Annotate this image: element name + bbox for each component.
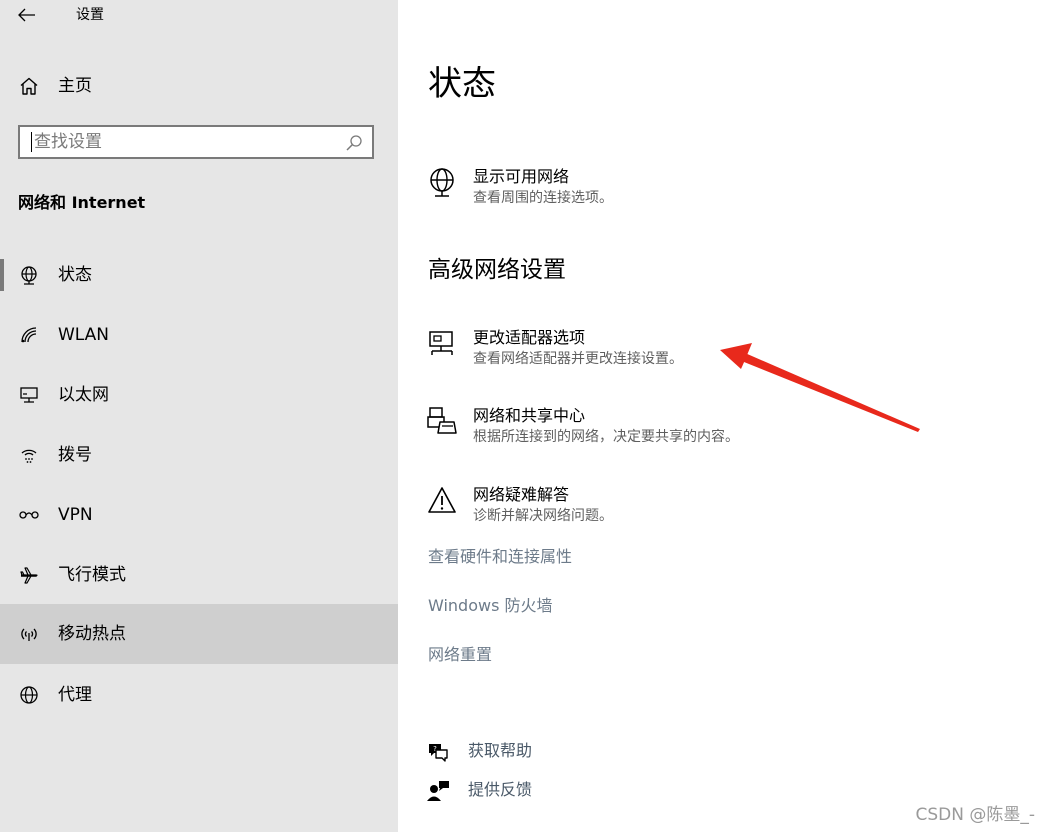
- ethernet-icon: [18, 384, 40, 406]
- search-input[interactable]: [20, 127, 340, 157]
- setting-description: 根据所连接到的网络，决定要共享的内容。: [473, 429, 739, 445]
- title-bar: 设置: [0, 0, 398, 32]
- get-help-label: 获取帮助: [468, 741, 533, 760]
- dialup-icon: [18, 444, 40, 466]
- network-sharing-center[interactable]: 网络和共享中心 根据所连接到的网络，决定要共享的内容。: [426, 405, 846, 455]
- window-title: 设置: [76, 7, 104, 23]
- setting-title: 显示可用网络: [473, 167, 570, 186]
- warning-triangle-icon: [426, 484, 458, 516]
- watermark: CSDN @陈墨_-: [915, 805, 1035, 825]
- link-network-reset[interactable]: 网络重置: [428, 644, 492, 666]
- feedback-person-icon: [426, 780, 450, 802]
- setting-title: 网络和共享中心: [473, 406, 586, 425]
- adapter-monitor-icon: [426, 327, 458, 359]
- sidebar-item-mobile-hotspot[interactable]: 移动热点: [0, 604, 398, 664]
- sidebar-item-label: 移动热点: [58, 624, 126, 644]
- text-caret: [31, 132, 32, 152]
- link-windows-firewall[interactable]: Windows 防火墙: [428, 595, 553, 617]
- sidebar-item-label: VPN: [58, 505, 93, 525]
- search-box[interactable]: [18, 125, 374, 159]
- sidebar-item-label: 代理: [58, 685, 92, 705]
- sidebar-item-label: 状态: [58, 265, 92, 285]
- hotspot-icon: [18, 623, 40, 645]
- sidebar-item-dialup[interactable]: 拨号: [0, 425, 398, 485]
- change-adapter-options[interactable]: 更改适配器选项 查看网络适配器并更改连接设置。: [426, 327, 846, 377]
- back-arrow-icon: [18, 8, 35, 22]
- setting-title: 网络疑难解答: [473, 485, 570, 504]
- help-chat-icon: ?: [426, 741, 450, 763]
- setting-title: 更改适配器选项: [473, 328, 586, 347]
- sharing-printer-icon: [426, 405, 458, 437]
- sidebar: 设置 主页 网络和 Internet: [0, 0, 398, 832]
- setting-description: 查看网络适配器并更改连接设置。: [473, 351, 683, 367]
- sidebar-section-heading: 网络和 Internet: [18, 193, 146, 212]
- network-troubleshooter[interactable]: 网络疑难解答 诊断并解决网络问题。: [426, 484, 846, 534]
- vpn-icon: [18, 504, 40, 526]
- sidebar-item-label: 飞行模式: [58, 565, 126, 585]
- show-available-networks[interactable]: 显示可用网络 查看周围的连接选项。: [426, 166, 846, 216]
- setting-description: 查看周围的连接选项。: [473, 190, 613, 206]
- home-icon: [18, 75, 40, 97]
- settings-window: 设置 主页 网络和 Internet: [0, 0, 1049, 832]
- airplane-icon: [18, 564, 40, 586]
- home-label: 主页: [58, 76, 92, 96]
- svg-text:?: ?: [433, 745, 437, 753]
- setting-description: 诊断并解决网络问题。: [473, 508, 613, 524]
- sidebar-item-label: 以太网: [58, 385, 109, 405]
- main-content: 状态 显示可用网络 查看周围的连接选项。 高级网络设置 更改适配器选项 查看网络…: [398, 0, 1049, 832]
- link-hardware-connection-properties[interactable]: 查看硬件和连接属性: [428, 546, 572, 568]
- page-title: 状态: [428, 64, 496, 104]
- sidebar-item-home[interactable]: 主页: [0, 66, 398, 106]
- sidebar-item-wlan[interactable]: WLAN: [0, 305, 398, 365]
- globe-network-icon: [426, 166, 458, 198]
- sidebar-item-label: WLAN: [58, 325, 110, 345]
- globe-status-icon: [18, 264, 40, 286]
- sidebar-item-vpn[interactable]: VPN: [0, 485, 398, 545]
- advanced-network-heading: 高级网络设置: [428, 257, 566, 283]
- sidebar-item-label: 拨号: [58, 445, 92, 465]
- back-button[interactable]: [12, 2, 42, 28]
- sidebar-item-status[interactable]: 状态: [0, 245, 398, 305]
- wifi-icon: [18, 324, 40, 346]
- search-icon[interactable]: [344, 133, 364, 153]
- proxy-globe-icon: [18, 684, 40, 706]
- give-feedback-label: 提供反馈: [468, 780, 533, 799]
- sidebar-item-airplane-mode[interactable]: 飞行模式: [0, 545, 398, 605]
- sidebar-item-proxy[interactable]: 代理: [0, 665, 398, 725]
- sidebar-item-ethernet[interactable]: 以太网: [0, 365, 398, 425]
